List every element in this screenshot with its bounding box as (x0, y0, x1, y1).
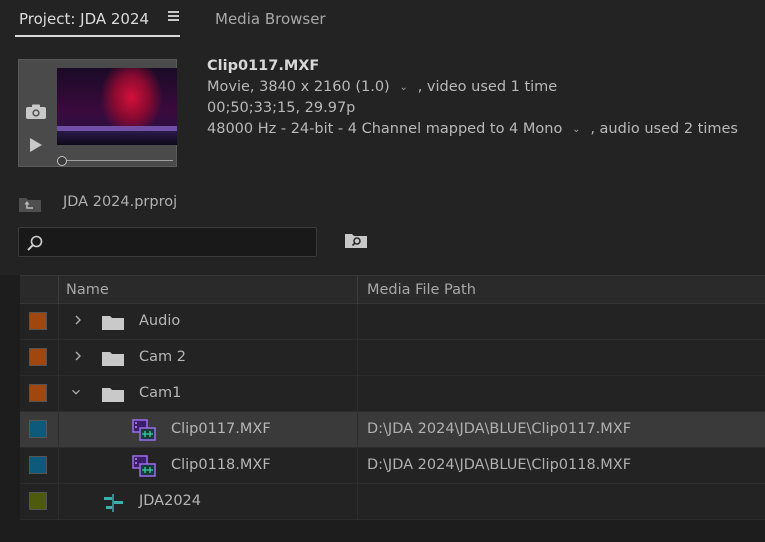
label-color-swatch[interactable] (29, 348, 47, 366)
label-color-swatch[interactable] (29, 492, 47, 510)
clip-info-video-usage: , video used 1 time (417, 79, 558, 95)
row-name: JDA2024 (139, 493, 202, 509)
project-file-name: JDA 2024.prproj (63, 194, 178, 210)
clip-thumbnail[interactable] (18, 59, 177, 167)
list-item[interactable]: Clip0117.MXF D:\JDA 2024\JDA\BLUE\Clip01… (20, 412, 765, 448)
clip-info-name: Clip0117.MXF (207, 58, 320, 74)
panel-tabs: Project: JDA 2024 Media Browser (0, 0, 765, 38)
column-header-media-file-path[interactable]: Media File Path (367, 282, 476, 298)
search-icon (27, 235, 43, 251)
chevron-right-icon[interactable] (72, 349, 84, 363)
list-item[interactable]: Cam1 (20, 376, 765, 412)
active-tab-indicator (15, 35, 180, 37)
column-header-name[interactable]: Name (66, 282, 109, 298)
tab-media-browser[interactable]: Media Browser (215, 10, 326, 28)
project-list: Name Media File Path Audio Cam 2 Cam1 Cl… (0, 275, 765, 542)
clip-info-video-line: Movie, 3840 x 2160 (1.0) ⌄ , video used 1 … (207, 77, 738, 98)
list-header: Name Media File Path (20, 275, 765, 304)
sequence-icon (104, 494, 123, 512)
row-name: Cam 2 (139, 349, 186, 365)
clip-info-timecode: 00;50;33;15, 29.97p (207, 100, 356, 116)
label-color-swatch[interactable] (29, 420, 47, 438)
row-name: Clip0117.MXF (171, 421, 271, 437)
label-color-swatch[interactable] (29, 456, 47, 474)
clip-info-audio-line: 48000 Hz - 24-bit - 4 Channel mapped to … (207, 119, 738, 140)
search-field[interactable] (18, 227, 317, 257)
row-name: Cam1 (139, 385, 182, 401)
list-item[interactable]: Clip0118.MXF D:\JDA 2024\JDA\BLUE\Clip01… (20, 448, 765, 484)
clip-icon (132, 419, 156, 441)
camera-icon[interactable] (25, 104, 47, 120)
list-item[interactable]: Cam 2 (20, 340, 765, 376)
tab-project[interactable]: Project: JDA 2024 (19, 10, 149, 28)
row-name: Audio (139, 313, 181, 329)
clip-icon (132, 455, 156, 477)
folder-icon (102, 316, 124, 330)
clip-info-audio-desc: 48000 Hz - 24-bit - 4 Channel mapped to … (207, 121, 563, 137)
search-input[interactable] (49, 232, 313, 254)
play-icon[interactable] (29, 138, 43, 152)
clip-info-audio-usage: , audio used 2 times (590, 121, 738, 137)
row-path: D:\JDA 2024\JDA\BLUE\Clip0117.MXF (367, 421, 632, 437)
column-resize-handle[interactable] (357, 276, 358, 304)
folder-icon (102, 388, 124, 402)
chevron-down-icon[interactable]: ⌄ (570, 119, 582, 140)
label-color-swatch[interactable] (29, 312, 47, 330)
list-item[interactable]: JDA2024 (20, 484, 765, 520)
panel-menu-icon[interactable] (167, 9, 181, 23)
scrub-track[interactable] (61, 160, 173, 161)
row-name: Clip0118.MXF (171, 457, 271, 473)
chevron-down-icon[interactable] (70, 385, 82, 399)
thumbnail-frame (57, 68, 177, 145)
row-path: D:\JDA 2024\JDA\BLUE\Clip0118.MXF (367, 457, 632, 473)
find-in-bin-icon[interactable] (344, 231, 368, 249)
scrub-handle[interactable] (57, 156, 67, 166)
chevron-right-icon[interactable] (72, 313, 84, 327)
chevron-down-icon[interactable]: ⌄ (398, 77, 410, 98)
clip-info-video-desc: Movie, 3840 x 2160 (1.0) (207, 79, 390, 95)
parent-bin-icon[interactable] (18, 195, 42, 213)
list-item[interactable]: Audio (20, 304, 765, 340)
clip-info: Clip0117.MXF Movie, 3840 x 2160 (1.0) ⌄ , … (207, 56, 738, 140)
folder-icon (102, 352, 124, 366)
label-color-swatch[interactable] (29, 384, 47, 402)
